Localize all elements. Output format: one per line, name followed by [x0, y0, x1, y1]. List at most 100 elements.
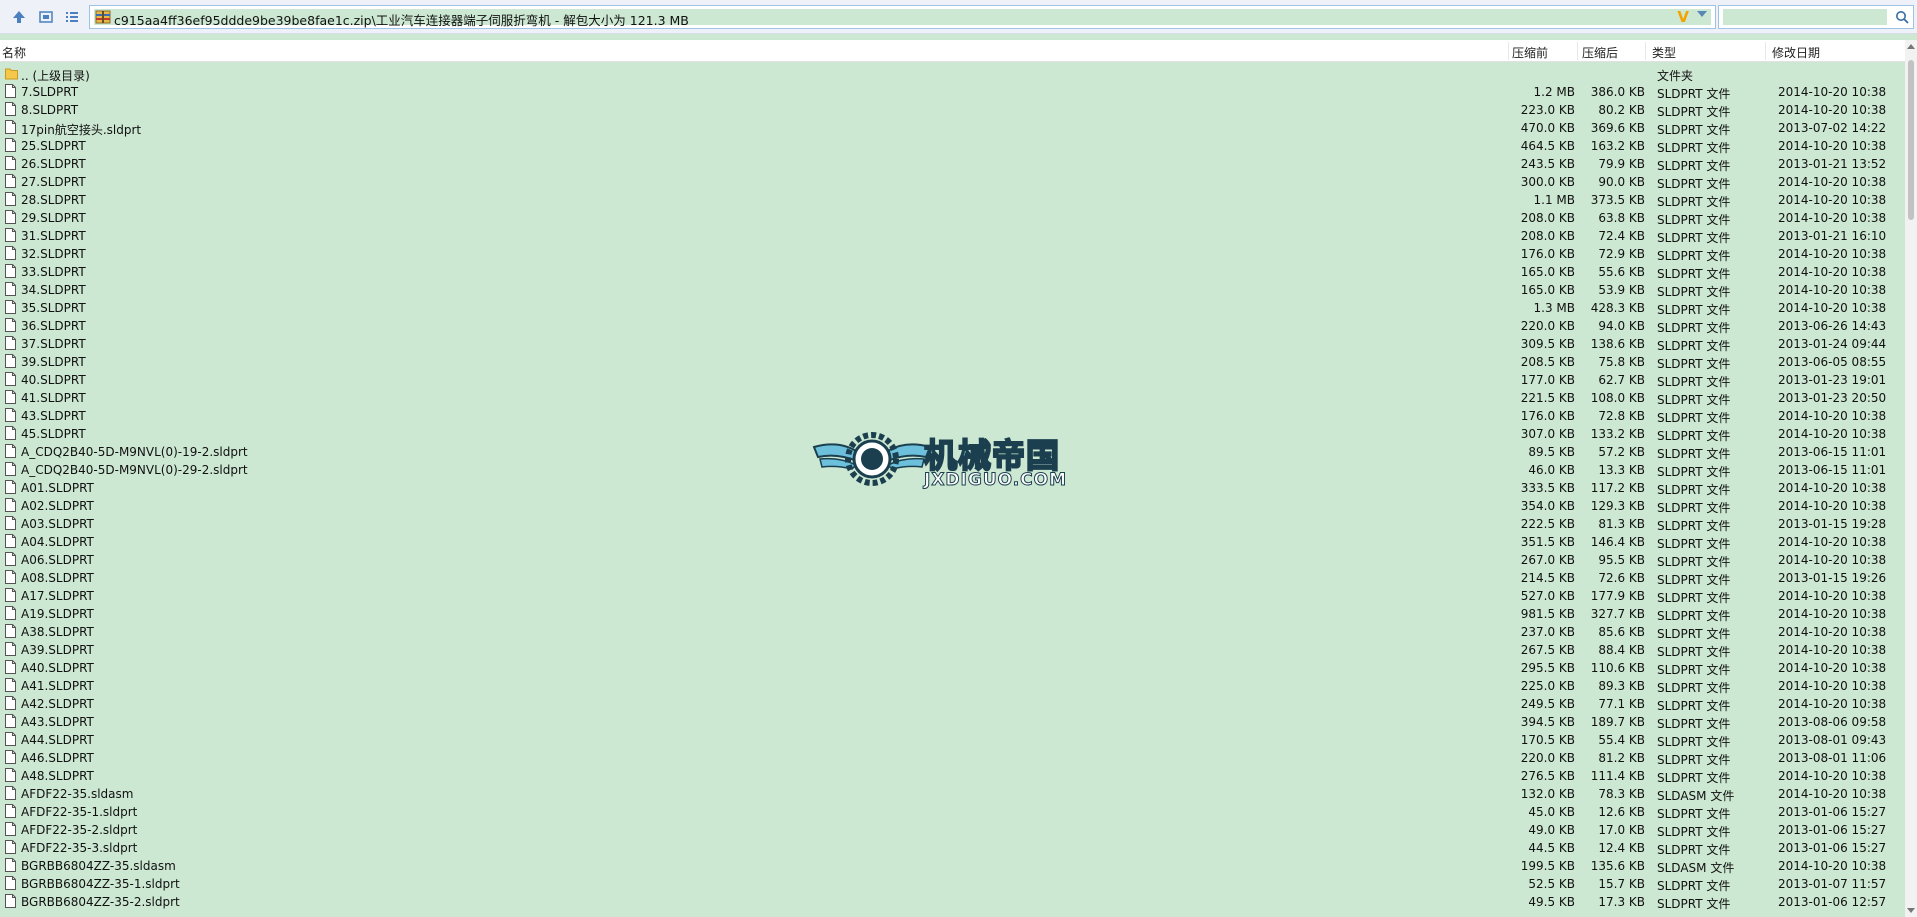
scroll-up-icon[interactable]	[1907, 44, 1915, 49]
column-divider[interactable]	[1508, 42, 1509, 60]
file-row[interactable]: A19.SLDPRT 981.5 KB 327.7 KB SLDPRT 文件 2014-…	[0, 605, 1905, 623]
address-bar[interactable]: c915aa4ff36ef95ddde9be39be8fae1c.zip\工业汽…	[89, 5, 1716, 29]
file-name: AFDF22-35-1.sldprt	[21, 805, 138, 819]
file-modified-date: 2013-06-15 11:01	[1778, 445, 1887, 459]
file-row[interactable]: BGRBB6804ZZ-35.sldasm 199.5 KB 135.6 KB SLD…	[0, 857, 1905, 875]
file-type: 文件夹	[1657, 69, 1694, 83]
file-row[interactable]: 39.SLDPRT 208.5 KB 75.8 KB SLDPRT 文件 2013-06…	[0, 353, 1905, 371]
file-row[interactable]: A43.SLDPRT 394.5 KB 189.7 KB SLDPRT 文件 2013-…	[0, 713, 1905, 731]
file-icon	[5, 498, 16, 515]
file-modified-date: 2014-10-20 10:38	[1778, 769, 1887, 783]
file-row[interactable]: A02.SLDPRT 354.0 KB 129.3 KB SLDPRT 文件 2014-…	[0, 497, 1905, 515]
file-row[interactable]: 45.SLDPRT 307.0 KB 133.2 KB SLDPRT 文件 2014-1…	[0, 425, 1905, 443]
file-row[interactable]: 27.SLDPRT 300.0 KB 90.0 KB SLDPRT 文件 2014-10…	[0, 173, 1905, 191]
file-type: SLDPRT 文件	[1657, 807, 1731, 821]
file-row[interactable]: A48.SLDPRT 276.5 KB 111.4 KB SLDPRT 文件 2014-…	[0, 767, 1905, 785]
file-modified-date: 2013-01-06 15:27	[1778, 841, 1887, 855]
file-size-compressed: 46.0 KB	[1528, 463, 1575, 477]
view-thumbnail-button[interactable]	[36, 7, 56, 27]
verified-v-icon[interactable]: V	[1677, 8, 1689, 26]
file-row[interactable]: 41.SLDPRT 221.5 KB 108.0 KB SLDPRT 文件 2013-0…	[0, 389, 1905, 407]
file-modified-date: 2014-10-20 10:38	[1778, 499, 1887, 513]
parent-folder-row[interactable]: .. (上级目录) 文件夹	[0, 65, 1905, 83]
scroll-down-icon[interactable]	[1907, 908, 1915, 913]
column-compressed-header[interactable]: 压缩前	[1512, 44, 1548, 61]
file-row[interactable]: 28.SLDPRT 1.1 MB 373.5 KB SLDPRT 文件 2014-10-…	[0, 191, 1905, 209]
file-row[interactable]: 34.SLDPRT 165.0 KB 53.9 KB SLDPRT 文件 2014-10…	[0, 281, 1905, 299]
file-row[interactable]: A39.SLDPRT 267.5 KB 88.4 KB SLDPRT 文件 2014-1…	[0, 641, 1905, 659]
file-row[interactable]: A44.SLDPRT 170.5 KB 55.4 KB SLDPRT 文件 2013-0…	[0, 731, 1905, 749]
file-size-compressed: 49.0 KB	[1528, 823, 1575, 837]
column-name-header[interactable]: 名称	[2, 44, 26, 61]
file-row[interactable]: 7.SLDPRT 1.2 MB 386.0 KB SLDPRT 文件 2014-10-2…	[0, 83, 1905, 101]
column-divider[interactable]	[1577, 42, 1578, 60]
file-row[interactable]: A41.SLDPRT 225.0 KB 89.3 KB SLDPRT 文件 2014-1…	[0, 677, 1905, 695]
file-size-compressed: 276.5 KB	[1520, 769, 1575, 783]
file-row[interactable]: A03.SLDPRT 222.5 KB 81.3 KB SLDPRT 文件 2013-0…	[0, 515, 1905, 533]
file-row[interactable]: A40.SLDPRT 295.5 KB 110.6 KB SLDPRT 文件 2014-…	[0, 659, 1905, 677]
file-row[interactable]: A17.SLDPRT 527.0 KB 177.9 KB SLDPRT 文件 2014-…	[0, 587, 1905, 605]
file-row[interactable]: A46.SLDPRT 220.0 KB 81.2 KB SLDPRT 文件 2013-0…	[0, 749, 1905, 767]
vertical-scrollbar[interactable]	[1905, 40, 1917, 917]
toolbar: c915aa4ff36ef95ddde9be39be8fae1c.zip\工业汽…	[0, 0, 1917, 34]
up-level-button[interactable]	[9, 7, 29, 27]
file-row[interactable]: A01.SLDPRT 333.5 KB 117.2 KB SLDPRT 文件 2014-…	[0, 479, 1905, 497]
file-name: A39.SLDPRT	[21, 643, 94, 657]
file-name: 31.SLDPRT	[21, 229, 86, 243]
column-date-header[interactable]: 修改日期	[1772, 44, 1820, 61]
search-input[interactable]	[1723, 9, 1887, 25]
scrollbar-thumb[interactable]	[1908, 60, 1914, 220]
column-divider[interactable]	[1645, 42, 1646, 60]
view-list-button[interactable]	[62, 7, 82, 27]
chevron-down-icon[interactable]	[1697, 11, 1707, 17]
file-row[interactable]: AFDF22-35-1.sldprt 45.0 KB 12.6 KB SLDPRT 文…	[0, 803, 1905, 821]
file-size-original: 108.0 KB	[1590, 391, 1645, 405]
file-row[interactable]: 33.SLDPRT 165.0 KB 55.6 KB SLDPRT 文件 2014-10…	[0, 263, 1905, 281]
file-row[interactable]: 43.SLDPRT 176.0 KB 72.8 KB SLDPRT 文件 2014-10…	[0, 407, 1905, 425]
file-row[interactable]: 31.SLDPRT 208.0 KB 72.4 KB SLDPRT 文件 2013-01…	[0, 227, 1905, 245]
file-row[interactable]: AFDF22-35-3.sldprt 44.5 KB 12.4 KB SLDPRT 文…	[0, 839, 1905, 857]
file-icon	[5, 768, 16, 785]
file-size-original: 327.7 KB	[1590, 607, 1645, 621]
file-row[interactable]: BGRBB6804ZZ-35-2.sldprt 49.5 KB 17.3 KB SLD…	[0, 893, 1905, 911]
search-box[interactable]	[1718, 5, 1914, 29]
file-size-compressed: 199.5 KB	[1520, 859, 1575, 873]
file-row[interactable]: A_CDQ2B40-5D-M9NVL(0)-19-2.sldprt 89.5 KB…	[0, 443, 1905, 461]
file-row[interactable]: A_CDQ2B40-5D-M9NVL(0)-29-2.sldprt 46.0 KB…	[0, 461, 1905, 479]
file-name: 7.SLDPRT	[21, 85, 79, 99]
file-name: A48.SLDPRT	[21, 769, 94, 783]
file-row[interactable]: 17pin航空接头.sldprt 470.0 KB 369.6 KB SLDPRT 文…	[0, 119, 1905, 137]
file-size-compressed: 208.0 KB	[1520, 229, 1575, 243]
file-row[interactable]: 25.SLDPRT 464.5 KB 163.2 KB SLDPRT 文件 2014-1…	[0, 137, 1905, 155]
file-row[interactable]: A38.SLDPRT 237.0 KB 85.6 KB SLDPRT 文件 2014-1…	[0, 623, 1905, 641]
file-row[interactable]: A42.SLDPRT 249.5 KB 77.1 KB SLDPRT 文件 2014-1…	[0, 695, 1905, 713]
file-icon	[5, 336, 16, 353]
file-type: SLDPRT 文件	[1657, 393, 1731, 407]
file-modified-date: 2013-06-05 08:55	[1778, 355, 1887, 369]
file-row[interactable]: BGRBB6804ZZ-35-1.sldprt 52.5 KB 15.7 KB SLD…	[0, 875, 1905, 893]
column-type-header[interactable]: 类型	[1652, 44, 1676, 61]
file-icon	[5, 138, 16, 155]
search-icon[interactable]	[1895, 10, 1909, 27]
column-original-header[interactable]: 压缩后	[1582, 44, 1618, 61]
file-row[interactable]: 36.SLDPRT 220.0 KB 94.0 KB SLDPRT 文件 2013-06…	[0, 317, 1905, 335]
column-divider[interactable]	[1765, 42, 1766, 60]
file-row[interactable]: 8.SLDPRT 223.0 KB 80.2 KB SLDPRT 文件 2014-10-…	[0, 101, 1905, 119]
file-row[interactable]: A06.SLDPRT 267.0 KB 95.5 KB SLDPRT 文件 2014-1…	[0, 551, 1905, 569]
file-row[interactable]: 29.SLDPRT 208.0 KB 63.8 KB SLDPRT 文件 2014-10…	[0, 209, 1905, 227]
file-modified-date: 2014-10-20 10:38	[1778, 193, 1887, 207]
file-type: SLDPRT 文件	[1657, 681, 1731, 695]
file-row[interactable]: A04.SLDPRT 351.5 KB 146.4 KB SLDPRT 文件 2014-…	[0, 533, 1905, 551]
file-size-original: 55.4 KB	[1598, 733, 1645, 747]
file-row[interactable]: 37.SLDPRT 309.5 KB 138.6 KB SLDPRT 文件 2013-0…	[0, 335, 1905, 353]
file-row[interactable]: A08.SLDPRT 214.5 KB 72.6 KB SLDPRT 文件 2013-0…	[0, 569, 1905, 587]
file-row[interactable]: 32.SLDPRT 176.0 KB 72.9 KB SLDPRT 文件 2014-10…	[0, 245, 1905, 263]
file-row[interactable]: 26.SLDPRT 243.5 KB 79.9 KB SLDPRT 文件 2013-01…	[0, 155, 1905, 173]
file-modified-date: 2014-10-20 10:38	[1778, 697, 1887, 711]
file-row[interactable]: 40.SLDPRT 177.0 KB 62.7 KB SLDPRT 文件 2013-01…	[0, 371, 1905, 389]
file-modified-date: 2013-08-01 09:43	[1778, 733, 1887, 747]
file-type: SLDPRT 文件	[1657, 465, 1731, 479]
file-row[interactable]: AFDF22-35.sldasm 132.0 KB 78.3 KB SLDASM 文件…	[0, 785, 1905, 803]
file-row[interactable]: AFDF22-35-2.sldprt 49.0 KB 17.0 KB SLDPRT 文…	[0, 821, 1905, 839]
file-row[interactable]: 35.SLDPRT 1.3 MB 428.3 KB SLDPRT 文件 2014-10-…	[0, 299, 1905, 317]
